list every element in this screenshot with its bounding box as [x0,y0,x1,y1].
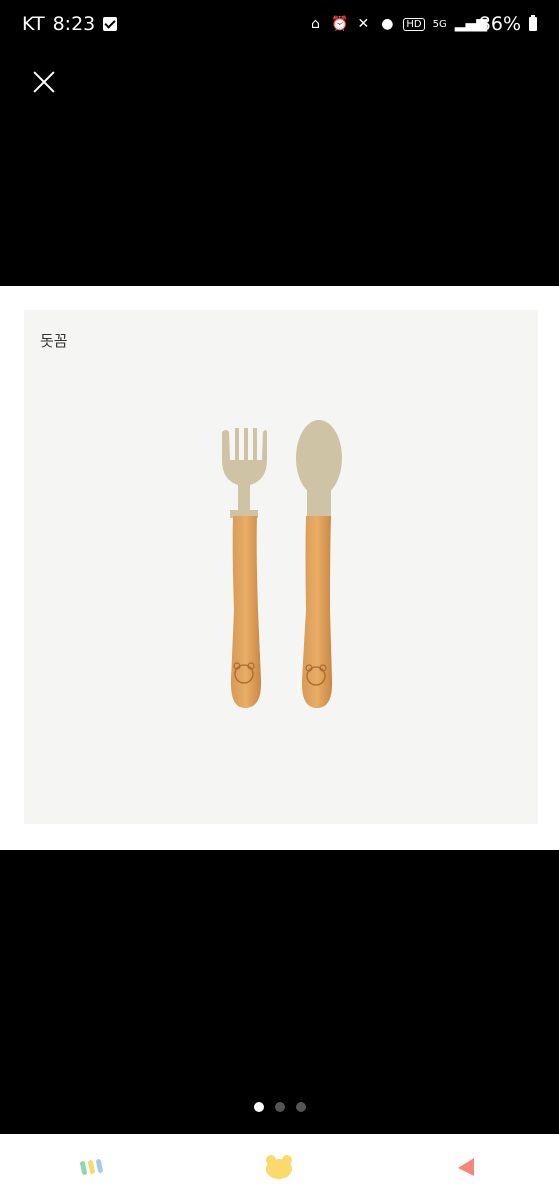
task-check-icon [103,17,118,31]
triangle-icon [457,1158,474,1176]
product-image: 돗꼼 [24,310,538,824]
fork-utensil [222,428,267,708]
page-dot-1[interactable] [253,1102,264,1112]
bottom-nav [0,1134,559,1200]
stripes-icon [80,1159,104,1175]
spoon-utensil [296,420,342,708]
signal-icon: ▂▄▆ [454,16,488,32]
page-dot-2[interactable] [274,1102,285,1112]
page-indicator [0,1102,559,1112]
tab-stripes[interactable] [73,1147,113,1187]
hd-label: HD [403,17,425,31]
status-left: KT 8:23 [22,13,118,35]
battery-icon [529,15,537,31]
bear-icon [266,1155,293,1179]
carrier-label: KT [22,13,45,35]
network-label: 5G [432,18,447,30]
page-dot-3[interactable] [295,1102,306,1112]
product-illustration [222,420,342,708]
clock: 8:23 [52,13,96,35]
tab-triangle[interactable] [446,1147,486,1187]
battery-percent: 86% [478,13,521,35]
close-button[interactable] [26,64,62,100]
home-alert-icon: ⌂ [310,16,320,32]
status-right: ⌂ ⏰ ✕ ● HD 5G ▂▄▆ 86% [307,13,537,35]
tab-bear[interactable] [259,1147,299,1187]
image-viewer[interactable]: 돗꼼 [0,286,559,850]
location-icon: ● [381,16,394,32]
status-bar: KT 8:23 ⌂ ⏰ ✕ ● HD 5G ▂▄▆ 86% [0,0,559,50]
mute-icon: ✕ [357,16,370,32]
alarm-icon: ⏰ [331,16,349,32]
